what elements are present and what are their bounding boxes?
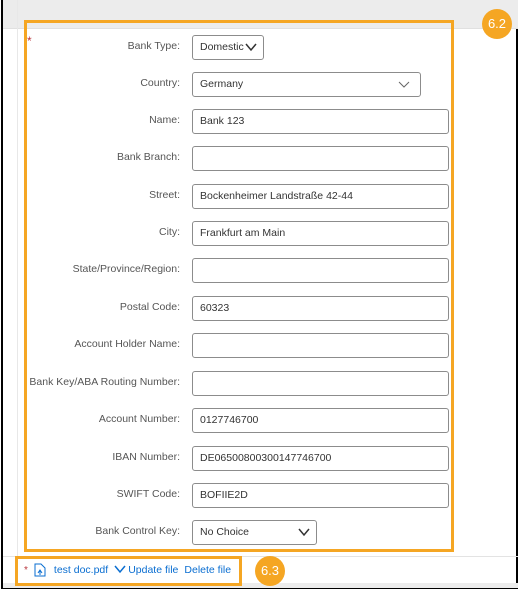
callout-badge-attachment: 6.3 bbox=[255, 556, 285, 586]
callout-badge-form: 6.2 bbox=[482, 9, 512, 39]
callout-box-form bbox=[24, 20, 454, 552]
callout-box-attachment bbox=[15, 556, 242, 586]
